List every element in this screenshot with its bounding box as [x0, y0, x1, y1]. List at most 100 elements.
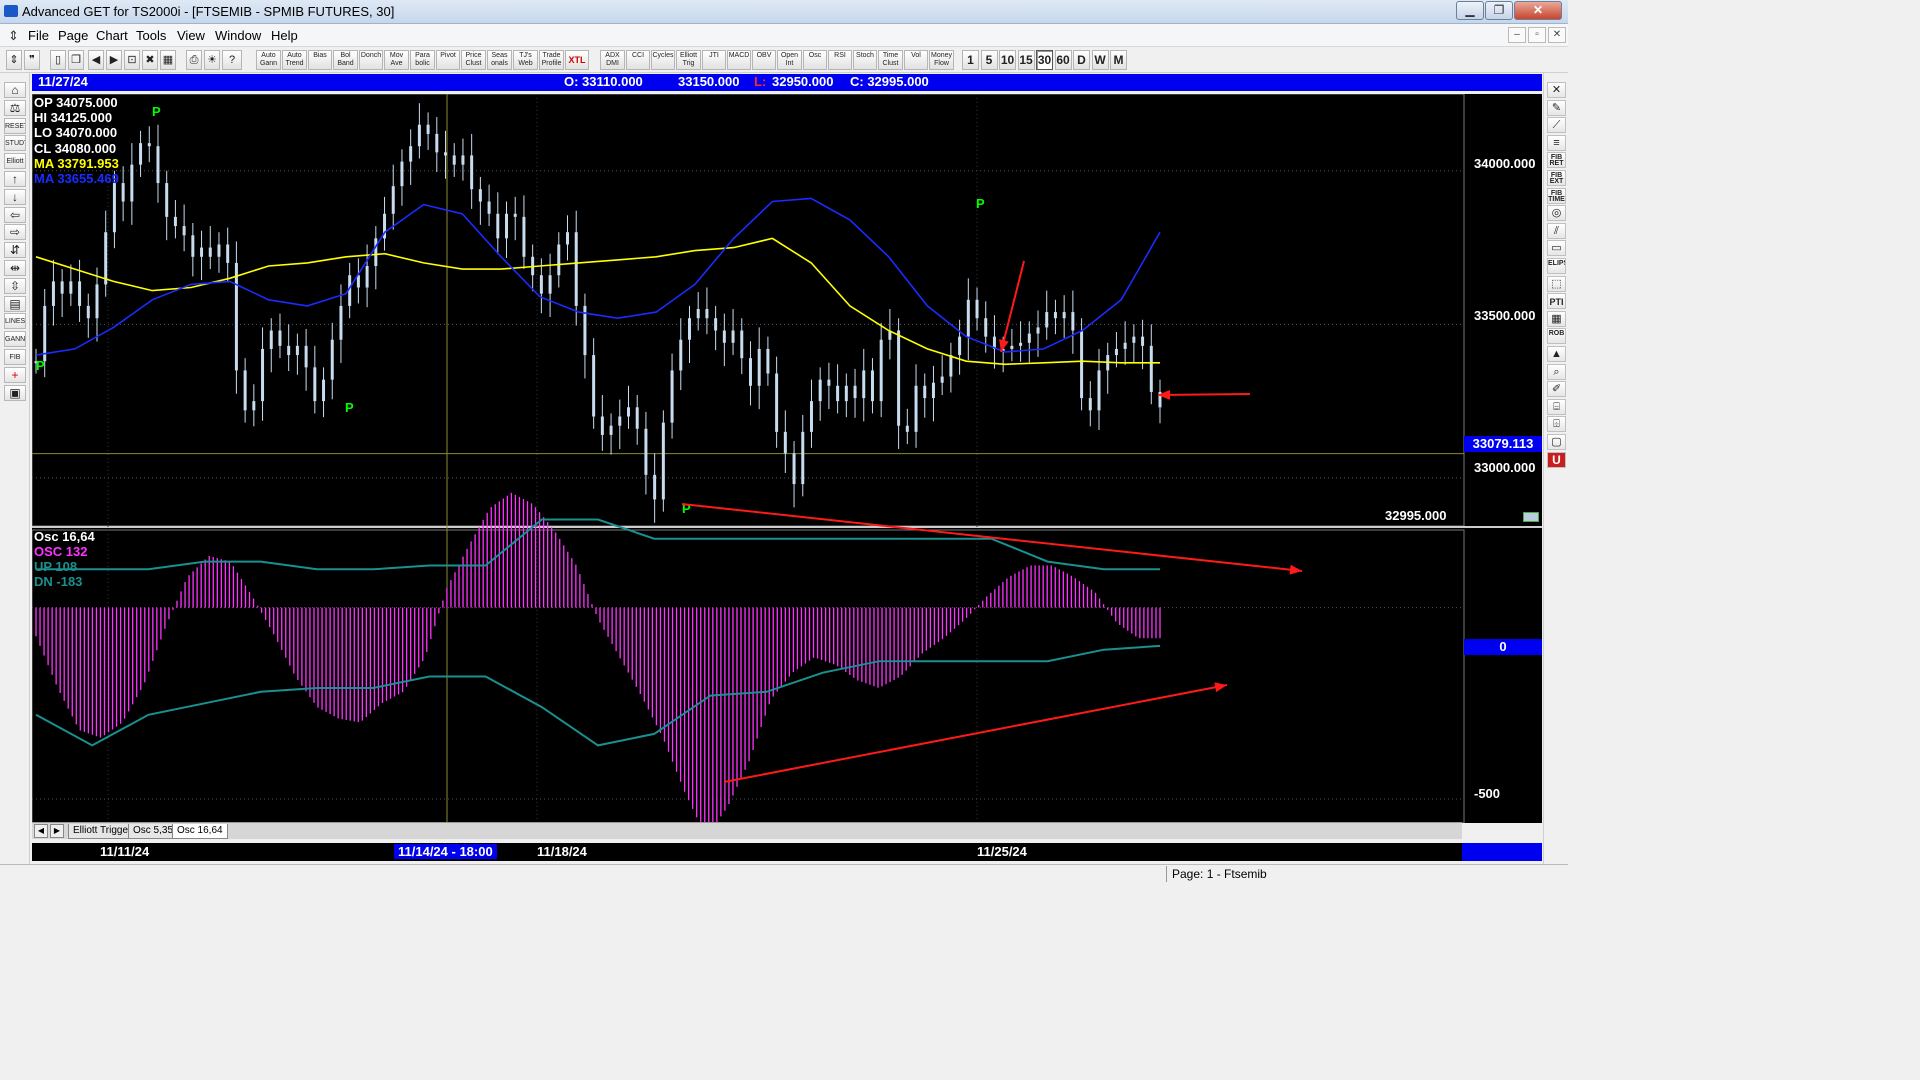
lines-button[interactable]: LINES [4, 313, 26, 330]
pti-button[interactable]: PTI [1547, 293, 1566, 310]
elliott-button[interactable]: Elliott [4, 153, 26, 170]
study-button-seas-onals[interactable]: Seas onals [487, 50, 512, 70]
arrow-down-icon[interactable]: ↓ [4, 188, 26, 205]
table-icon[interactable]: ▦ [1547, 310, 1566, 327]
report-icon[interactable]: ⌹ [1547, 416, 1566, 433]
fib-time-button[interactable]: FIB TIME [1547, 187, 1566, 204]
fib-extension-button[interactable]: FIB EXT [1547, 170, 1566, 186]
grid-icon[interactable]: ▦ [160, 50, 176, 70]
study-button-bol-band[interactable]: Bol Band [333, 50, 358, 70]
study-button-xtl[interactable]: XTL [565, 50, 589, 70]
timeframe-button-15[interactable]: 15 [1017, 50, 1035, 70]
study-button-auto-gann[interactable]: Auto Gann [256, 50, 281, 70]
tab-scroll-right-icon[interactable]: ▶ [50, 824, 64, 838]
timeframe-button-5[interactable]: 5 [980, 50, 998, 70]
stretch-icon[interactable]: ⇳ [4, 277, 26, 294]
mdi-restore-button[interactable]: ▫ [1528, 27, 1546, 43]
copy-icon[interactable]: ❐ [68, 50, 84, 70]
channel-icon[interactable]: ≡ [1547, 134, 1566, 151]
study-button-para-bolic[interactable]: Para bolic [410, 50, 435, 70]
help-icon[interactable]: ? [222, 50, 242, 70]
expand-icon[interactable]: ⇹ [4, 260, 26, 276]
grid-icon[interactable]: ▤ [4, 295, 26, 312]
gann-button[interactable]: GANN [4, 331, 26, 348]
menu-tools[interactable]: Tools [136, 28, 166, 43]
circle-tool-icon[interactable]: ◎ [1547, 205, 1566, 222]
menu-page[interactable]: Page [58, 28, 88, 43]
magnifier-icon[interactable]: ⌕ [1547, 363, 1566, 380]
study-button[interactable]: STUDY [4, 135, 26, 152]
compress-icon[interactable]: ⇵ [4, 242, 26, 259]
open-icon[interactable]: ⌂ [4, 82, 26, 98]
mdi-minimize-button[interactable]: – [1508, 27, 1526, 43]
timeframe-button-d[interactable]: D [1073, 50, 1090, 70]
document-icon[interactable]: ⇕ [8, 28, 19, 44]
fib-button[interactable]: FIB [4, 349, 26, 365]
study-button-open-int[interactable]: Open Int [777, 50, 802, 70]
study-button-macd[interactable]: MACD [727, 50, 751, 70]
chart-settings-icon[interactable] [1523, 512, 1539, 522]
new-page-icon[interactable]: ▯ [50, 50, 66, 70]
study-button-bias[interactable]: Bias [308, 50, 332, 70]
rectangle-icon[interactable]: ▭ [1547, 240, 1566, 257]
study-button-cycles[interactable]: Cycles [651, 50, 675, 70]
fib-retracement-button[interactable]: FIB RET [1547, 152, 1566, 169]
study-button-jti[interactable]: JTI [702, 50, 726, 70]
minimize-button[interactable]: ▁ [1456, 1, 1484, 20]
arrow-left-icon[interactable]: ⇦ [4, 206, 26, 223]
study-button-trade-profile[interactable]: Trade Profile [539, 50, 564, 70]
tab-elliott-trigger[interactable]: Elliott Trigger [68, 824, 137, 839]
timeframe-button-m[interactable]: M [1110, 50, 1127, 70]
quote-icon[interactable]: ❞ [24, 50, 40, 70]
pointer-icon[interactable]: ⇕ [6, 50, 22, 70]
region-icon[interactable]: ⬚ [1547, 275, 1566, 292]
close-button[interactable]: ✕ [1514, 1, 1562, 20]
forward-icon[interactable]: ▶ [106, 50, 122, 70]
tab-scroll-left-icon[interactable]: ◀ [34, 824, 48, 838]
menu-file[interactable]: File [28, 28, 49, 43]
triangle-icon[interactable]: ▲ [1547, 346, 1566, 362]
menu-window[interactable]: Window [215, 28, 261, 43]
chart-area[interactable]: PPPPP OP 34075.000 HI 34125.000 LO 34070… [32, 94, 1542, 823]
rob-button[interactable]: ROB [1547, 328, 1566, 345]
scale-icon[interactable]: ⚖ [4, 99, 26, 116]
tab-osc-16-64[interactable]: Osc 16,64 [172, 824, 228, 839]
back-icon[interactable]: ◀ [88, 50, 104, 70]
delete-icon[interactable]: ✖ [142, 50, 158, 70]
study-button-elliott-trig[interactable]: Elliott Trig [676, 50, 701, 70]
study-button-mov-ave[interactable]: Mov Ave [384, 50, 409, 70]
menu-view[interactable]: View [177, 28, 205, 43]
menu-chart[interactable]: Chart [96, 28, 128, 43]
timeframe-button-30[interactable]: 30 [1036, 50, 1053, 70]
study-button-osc[interactable]: Osc [803, 50, 827, 70]
print-icon[interactable]: ⎙ [186, 50, 202, 70]
study-button-pivot[interactable]: Pivot [436, 50, 460, 70]
study-button-obv[interactable]: OBV [752, 50, 776, 70]
study-button-auto-trend[interactable]: Auto Trend [282, 50, 307, 70]
study-button-price-clust[interactable]: Price Clust [461, 50, 486, 70]
study-button-donch[interactable]: Donch [359, 50, 383, 70]
study-button-stoch[interactable]: Stoch [853, 50, 877, 70]
arrow-right-icon[interactable]: ⇨ [4, 224, 26, 241]
blank-icon[interactable]: ▢ [1547, 434, 1566, 450]
study-button-vol[interactable]: Vol [904, 50, 928, 70]
study-button-money-flow[interactable]: Money Flow [929, 50, 954, 70]
fan-icon[interactable]: ⫽ [1547, 222, 1566, 239]
list-icon[interactable]: ⌸ [1547, 398, 1566, 415]
tab-osc-5-35[interactable]: Osc 5,35 [128, 824, 179, 839]
chart-canvas[interactable]: PPPPP [32, 94, 1542, 823]
study-button-cci[interactable]: CCI [626, 50, 650, 70]
study-button-rsi[interactable]: RSI [828, 50, 852, 70]
lightbulb-icon[interactable]: ☀ [204, 50, 220, 70]
marker-icon[interactable]: ✐ [1547, 381, 1566, 398]
properties-icon[interactable]: ▣ [4, 384, 26, 401]
timeframe-button-60[interactable]: 60 [1054, 50, 1072, 70]
timeframe-button-w[interactable]: W [1091, 50, 1109, 70]
mdi-close-button[interactable]: ✕ [1548, 27, 1566, 43]
cross-tool-icon[interactable]: ✕ [1547, 82, 1566, 98]
crosshair-icon[interactable]: + [4, 366, 26, 383]
ellipse-button[interactable]: ELIPS [1547, 258, 1566, 274]
maximize-button[interactable]: ❐ [1485, 1, 1513, 20]
study-button-adx-dmi[interactable]: ADX DMI [600, 50, 625, 70]
menu-help[interactable]: Help [271, 28, 298, 43]
